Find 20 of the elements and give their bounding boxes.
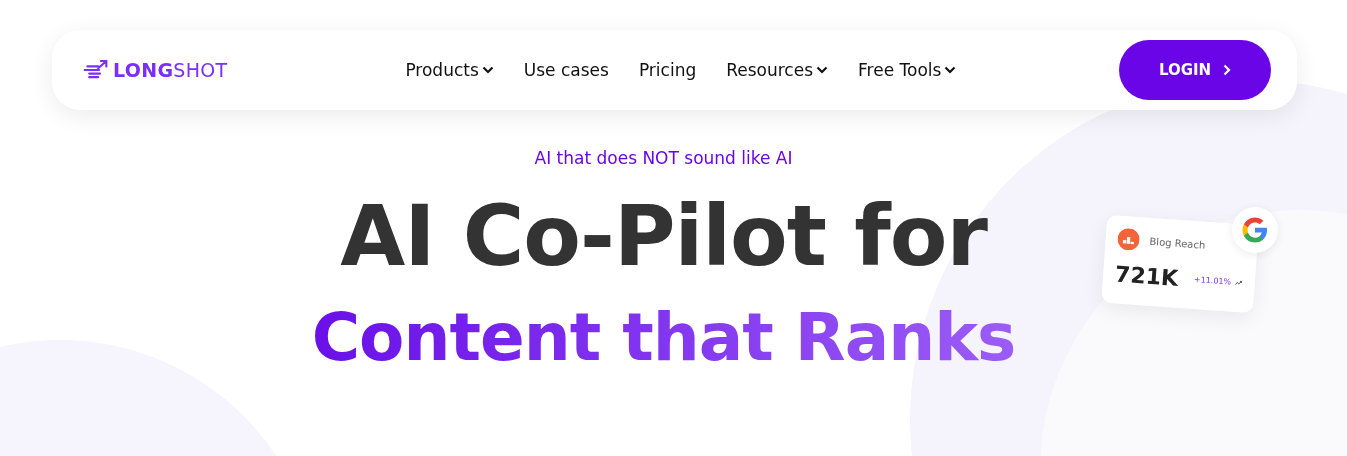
headline: AI Co-Pilot for [340,186,987,286]
stat-change: +11.01% [1193,275,1232,287]
logo[interactable]: LONGSHOT [82,59,228,81]
stat-label: Blog Reach [1149,235,1206,251]
trend-up-icon [1234,278,1244,287]
chevron-down-icon [481,66,494,74]
nav-link[interactable]: Pricing [638,60,697,80]
nav-link[interactable]: Resources [726,60,829,80]
rocket-lines-icon [82,59,109,81]
google-icon [1240,215,1270,245]
stat-value: 721K [1114,261,1179,291]
nav-link[interactable]: Products [405,60,494,80]
nav-link[interactable]: Use cases [523,60,609,80]
chevron-down-icon [944,66,957,74]
chevron-right-icon [1223,64,1232,76]
tagline: AI that does NOT sound like AI [534,148,793,168]
chevron-down-icon [816,66,829,74]
nav-link[interactable]: Free Tools [858,60,957,80]
login-button[interactable]: LOGIN [1119,40,1271,100]
podium-icon [1116,227,1141,252]
